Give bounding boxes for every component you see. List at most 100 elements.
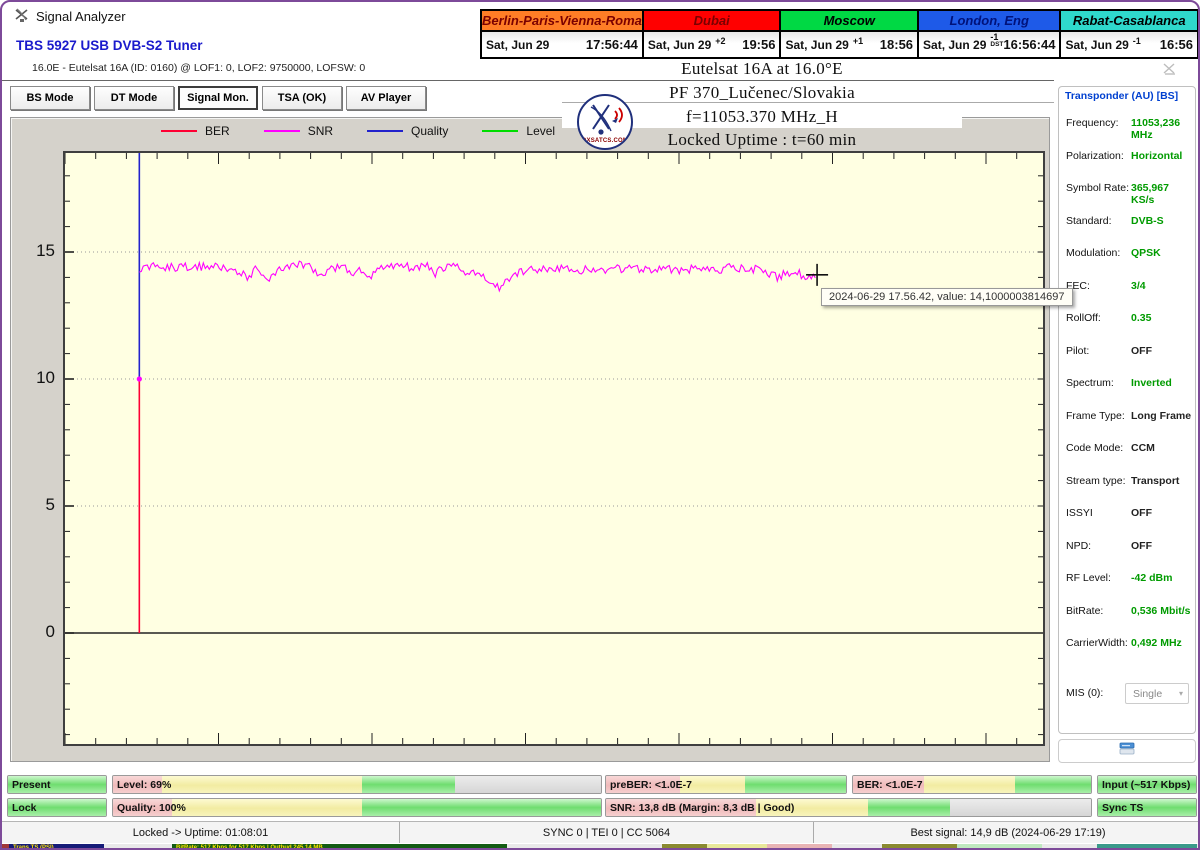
legend-swatch — [263, 130, 300, 132]
transponder-label: Frequency: — [1066, 117, 1119, 129]
mis-select[interactable]: Single ▾ — [1125, 683, 1189, 704]
indicator-bar-preber: preBER: <1.0E-7 — [605, 775, 847, 794]
legend-label: Level — [526, 124, 556, 138]
tuner-details: 16.0E - Eutelsat 16A (ID: 0160) @ LOF1: … — [32, 62, 366, 74]
legend-label: SNR — [307, 124, 334, 138]
mode-button-av-player[interactable]: AV Player — [346, 86, 426, 110]
bar-segment-yellow — [161, 776, 362, 793]
status-best-signal: Best signal: 14,9 dB (2024-06-29 17:19) — [910, 826, 1106, 839]
legend-item-quality: Quality — [367, 124, 448, 138]
legend-item-snr: SNR — [263, 124, 334, 138]
transponder-row-carrierwidth: CarrierWidth: 0,492 MHz — [1059, 637, 1195, 655]
antenna-watermark-icon — [1162, 62, 1178, 81]
strip-block — [767, 844, 832, 848]
clock-5: Rabat-Casablanca Sat, Jun 29 -1 16:56 — [1061, 11, 1197, 57]
transponder-panel: Transponder (AU) [BS] Frequency: 11053,23… — [1058, 86, 1196, 734]
signal-chart: BER SNR Quality Level 0 5 10 15 2024-06-29 17.… — [10, 117, 1073, 762]
satellite-title: Eutelsat 16A at 16.0°E — [681, 59, 843, 78]
transponder-row-spectrum: Spectrum: Inverted — [1059, 377, 1195, 395]
transponder-value: 0,536 Mbit/s — [1131, 604, 1191, 617]
transponder-label: Modulation: — [1066, 247, 1121, 259]
clock-4: London, Eng Sat, Jun 29 -1 DST 16:56:44 — [919, 11, 1062, 57]
transponder-label: Stream type: — [1066, 474, 1126, 487]
indicator-bar-level: Level: 69% — [112, 775, 602, 794]
chart-plot-area[interactable] — [63, 151, 1045, 746]
separator-line — [2, 80, 1054, 81]
transponder-label: Polarization: — [1066, 149, 1124, 162]
bar-segment-gray — [950, 799, 1091, 816]
transponder-label: Spectrum: — [1066, 377, 1114, 389]
clock-time: 16:56:44 — [1003, 37, 1056, 52]
transponder-row-standard: Standard: DVB-S — [1059, 215, 1195, 233]
mode-button-tsa-ok-[interactable]: TSA (OK) — [262, 86, 342, 110]
transponder-value: 11053,236 MHz — [1131, 117, 1181, 141]
transponder-value: Horizontal — [1131, 149, 1183, 162]
indicator-bar-input: Input (~517 Kbps) — [1097, 775, 1197, 794]
transponder-row-stream-type: Stream type: Transport — [1059, 475, 1195, 493]
strip-block: BitRate: 517 Kbps for 517 Kbps | Outbud … — [172, 844, 507, 848]
clock-city-label: Moscow — [781, 11, 918, 32]
transponder-label: Code Mode: — [1066, 442, 1124, 454]
transponder-row-pilot: Pilot: OFF — [1059, 345, 1195, 363]
clock-date: Sat, Jun 29 — [785, 37, 849, 52]
transponder-value: 365,967 KS/s — [1131, 182, 1169, 206]
clock-date: Sat, Jun 29 — [647, 37, 712, 52]
bar-segment-green — [361, 799, 601, 816]
chart-tooltip: 2024-06-29 17.56.42, value: 14,100000381… — [821, 288, 1073, 306]
indicator-bar-lock: Lock — [7, 798, 107, 817]
bar-segment-yellow — [924, 776, 1015, 793]
transponder-row-polarization: Polarization: Horizontal — [1059, 150, 1195, 168]
transponder-value: OFF — [1131, 539, 1152, 552]
dxsatcs-logo-text: DXSATCS.COM — [581, 138, 629, 144]
strip-block — [1097, 844, 1197, 848]
transponder-label: Pilot: — [1066, 344, 1090, 357]
legend-label: BER — [205, 124, 230, 138]
clock-3: Moscow Sat, Jun 29 +1 18:56 — [781, 11, 920, 57]
transponder-row-rolloff: RollOff: 0.35 — [1059, 312, 1195, 330]
bar-segment-green — [745, 776, 846, 793]
strip-block — [957, 844, 1042, 848]
clock-utc-offset: -1 — [1132, 35, 1141, 46]
transponder-row-symbol-rate: Symbol Rate: 365,967 KS/s — [1059, 182, 1195, 206]
mode-button-bs-mode[interactable]: BS Mode — [10, 86, 90, 110]
clock-time-cell: Sat, Jun 29 +2 19:56 — [643, 32, 780, 57]
legend-label: Quality — [411, 124, 449, 138]
clock-date: Sat, Jun 29 — [923, 37, 987, 52]
legend-swatch — [367, 130, 404, 132]
save-button[interactable] — [1058, 739, 1196, 763]
indicator-bar-label: Quality: 100% — [117, 802, 186, 814]
transponder-label: RollOff: — [1066, 312, 1101, 324]
indicator-bar-label: preBER: <1.0E-7 — [610, 779, 692, 791]
transponder-label: Symbol Rate: — [1066, 182, 1130, 194]
transponder-row-code-mode: Code Mode: CCM — [1059, 442, 1195, 460]
clock-date: Sat, Jun 29 — [1065, 37, 1129, 52]
transponder-value: Transport — [1131, 474, 1180, 487]
transponder-label: RF Level: — [1066, 572, 1111, 584]
transponder-value: OFF — [1131, 507, 1152, 519]
transponder-label: NPD: — [1066, 539, 1092, 552]
indicator-bar-label: Present — [12, 779, 51, 791]
indicator-bar-quality: Quality: 100% — [112, 798, 602, 817]
mode-button-signal-mon-[interactable]: Signal Mon. — [178, 86, 258, 110]
indicator-bar-label: Level: 69% — [117, 779, 172, 791]
status-uptime: Locked -> Uptime: 01:08:01 — [2, 822, 400, 843]
transponder-row-rf-level: RF Level: -42 dBm — [1059, 572, 1195, 590]
strip-block — [882, 844, 957, 848]
transponder-panel-title: Transponder (AU) [BS] — [1065, 90, 1179, 102]
indicator-bar-syncts: Sync TS — [1097, 798, 1197, 817]
strip-block — [662, 844, 707, 848]
signal-analyzer-window: Signal Analyzer Berlin-Paris-Vienna-Roma… — [0, 0, 1200, 850]
mode-button-dt-mode[interactable]: DT Mode — [94, 86, 174, 110]
clock-city-label: Rabat-Casablanca — [1061, 11, 1197, 32]
world-clocks: Berlin-Paris-Vienna-Roma Sat, Jun 29 17:56… — [480, 9, 1198, 59]
transponder-row-modulation: Modulation: QPSK — [1059, 247, 1195, 265]
clock-utc-offset: +2 — [715, 35, 726, 46]
indicator-bar-label: Sync TS — [1102, 802, 1144, 814]
indicator-bar-snr: SNR: 13,8 dB (Margin: 8,3 dB | Good) — [605, 798, 1092, 817]
transponder-value: 3/4 — [1131, 279, 1146, 292]
y-tick-label-10: 10 — [36, 368, 55, 387]
transponder-row-issyi: ISSYI OFF — [1059, 507, 1195, 525]
transponder-row-fec: FEC: 3/4 — [1059, 280, 1195, 298]
transponder-row-frame-type: Frame Type: Long Frame — [1059, 410, 1195, 428]
disk-icon — [1119, 742, 1135, 760]
